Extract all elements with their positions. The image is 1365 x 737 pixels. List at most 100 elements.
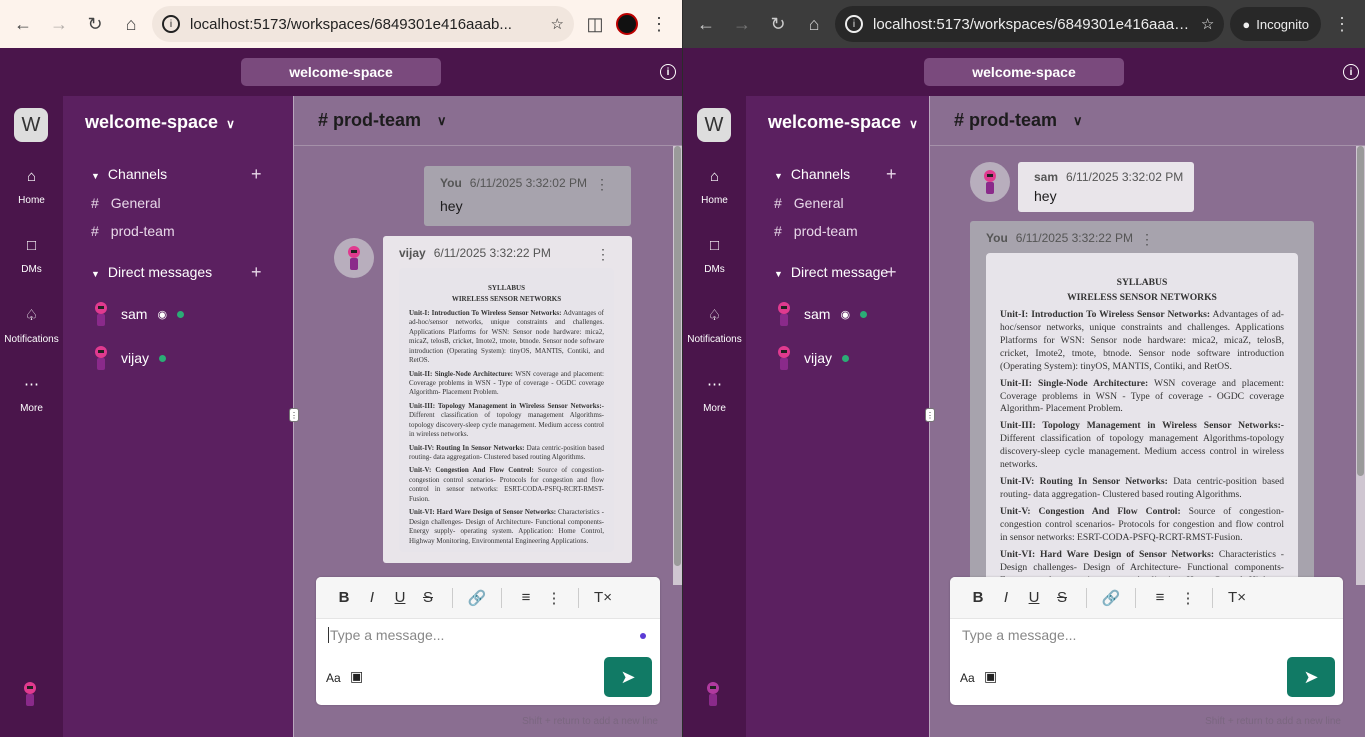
incognito-badge[interactable]: ● Incognito [1230, 7, 1321, 41]
channels-heading[interactable]: ▼ Channels [774, 166, 850, 182]
message-menu-icon[interactable]: ⋮ [1140, 231, 1154, 248]
send-button[interactable]: ➤ [1287, 657, 1335, 697]
rail-home[interactable]: ⌂ Home [0, 168, 63, 206]
sidebar-dm-vijay[interactable]: vijay [91, 344, 167, 372]
menu-kebab-icon[interactable]: ⋮ [644, 9, 674, 39]
workspace-search[interactable]: welcome-space [924, 58, 1124, 86]
sidebar-item-general[interactable]: # General [91, 195, 161, 211]
workspace-name[interactable]: welcome-space ∨ [768, 112, 918, 133]
home-icon[interactable]: ⌂ [116, 9, 146, 39]
rail-more[interactable]: ⋯ More [683, 375, 746, 414]
sidebar-dm-sam[interactable]: sam ◉ [774, 300, 868, 328]
doc-subtitle: WIRELESS SENSOR NETWORKS [451, 295, 562, 304]
image-attachment[interactable]: SYLLABUS WIRELESS SENSOR NETWORKS Unit-I… [399, 268, 614, 552]
bookmark-star-icon[interactable]: ☆ [1201, 15, 1214, 33]
text-format-icon[interactable]: Aa [326, 671, 341, 685]
bookmark-star-icon[interactable]: ☆ [551, 15, 564, 33]
sidebar-dm-vijay[interactable]: vijay [774, 344, 850, 372]
profile-avatar[interactable] [616, 13, 638, 35]
underline-icon[interactable]: U [1020, 589, 1048, 606]
message-bubble[interactable]: vijay 6/11/2025 3:32:22 PM ⋮ SYLLABUS WIR… [383, 236, 632, 563]
channels-heading[interactable]: ▼ Channels [91, 166, 167, 182]
message-bubble[interactable]: sam 6/11/2025 3:32:02 PM hey [1018, 162, 1194, 212]
editor-hint: Shift + return to add a new line [1205, 716, 1341, 727]
italic-icon[interactable]: I [992, 589, 1020, 606]
dms-heading[interactable]: ▼ Direct messages [91, 264, 212, 280]
message-input[interactable]: Type a message... [328, 627, 630, 643]
strike-icon[interactable]: S [414, 589, 442, 606]
scrollbar-thumb[interactable] [674, 146, 681, 566]
reload-icon[interactable]: ↻ [763, 9, 793, 39]
image-attachment[interactable]: SYLLABUS WIRELESS SENSOR NETWORKS Unit-I… [986, 253, 1298, 585]
info-icon[interactable]: i [1343, 64, 1359, 80]
message-input[interactable]: Type a message... [962, 627, 1313, 643]
sidebar-item-general[interactable]: # General [774, 195, 844, 211]
ordered-list-icon[interactable]: ≡ [512, 589, 540, 606]
image-upload-icon[interactable]: ▣ [350, 668, 363, 685]
text-format-icon[interactable]: Aa [960, 671, 975, 685]
rail-dms[interactable]: □ DMs [683, 237, 746, 275]
underline-icon[interactable]: U [386, 589, 414, 606]
scrollbar[interactable] [673, 146, 682, 585]
scrollbar-thumb[interactable] [1357, 146, 1364, 476]
back-icon[interactable]: ← [691, 9, 721, 39]
workspace-name-text: welcome-space [85, 112, 219, 132]
bold-icon[interactable]: B [964, 589, 992, 606]
channel-header[interactable]: # prod-team ∨ [294, 96, 682, 146]
message-menu-icon[interactable]: ⋮ [595, 176, 609, 193]
reload-icon[interactable]: ↻ [80, 9, 110, 39]
rail-home[interactable]: ⌂ Home [683, 168, 746, 206]
sidebar-item-prod-team[interactable]: # prod-team [91, 223, 175, 239]
send-button[interactable]: ➤ [604, 657, 652, 697]
rail-notifications[interactable]: ♤ Notifications [683, 306, 746, 345]
channel-header[interactable]: # prod-team ∨ [930, 96, 1365, 146]
link-icon[interactable]: 🔗 [463, 589, 491, 607]
ordered-list-icon[interactable]: ≡ [1146, 589, 1174, 606]
extensions-icon[interactable]: ◫ [580, 9, 610, 39]
message-bubble[interactable]: You 6/11/2025 3:32:22 PM ⋮ SYLLABUS WIREL… [970, 221, 1314, 585]
clear-format-icon[interactable]: T× [1223, 589, 1251, 606]
link-icon[interactable]: 🔗 [1097, 589, 1125, 607]
image-upload-icon[interactable]: ▣ [984, 668, 997, 685]
workspace-switcher[interactable]: W [14, 108, 48, 142]
address-bar[interactable]: i localhost:5173/workspaces/6849301e416a… [152, 6, 574, 42]
menu-kebab-icon[interactable]: ⋮ [1327, 9, 1357, 39]
chevron-down-icon: ∨ [909, 117, 918, 131]
info-icon[interactable]: i [660, 64, 676, 80]
strike-icon[interactable]: S [1048, 589, 1076, 606]
add-channel-icon[interactable]: + [886, 164, 897, 185]
scrollbar[interactable] [1356, 146, 1365, 585]
message-author: You [440, 176, 462, 190]
add-channel-icon[interactable]: + [251, 164, 262, 185]
rail-dms[interactable]: □ DMs [0, 237, 63, 275]
home-icon[interactable]: ⌂ [799, 9, 829, 39]
sidebar-dm-sam[interactable]: sam ◉ [91, 300, 185, 328]
clear-format-icon[interactable]: T× [589, 589, 617, 606]
sidebar-item-prod-team[interactable]: # prod-team [774, 223, 858, 239]
dms-heading[interactable]: ▼ Direct message [774, 264, 888, 280]
bold-icon[interactable]: B [330, 589, 358, 606]
address-bar[interactable]: i localhost:5173/workspaces/6849301e416a… [835, 6, 1225, 42]
forward-icon[interactable]: → [44, 9, 74, 39]
online-dot [177, 310, 185, 318]
workspace-search[interactable]: welcome-space [241, 58, 441, 86]
bullet-list-icon[interactable]: ⋮ [540, 589, 568, 607]
message-bubble[interactable]: You 6/11/2025 3:32:02 PM hey ⋮ [424, 166, 631, 226]
italic-icon[interactable]: I [358, 589, 386, 606]
add-dm-icon[interactable]: + [886, 262, 897, 283]
message-menu-icon[interactable]: ⋮ [596, 246, 610, 263]
workspace-name[interactable]: welcome-space ∨ [85, 112, 235, 133]
add-dm-icon[interactable]: + [251, 262, 262, 283]
doc-unit: Unit-II: Single-Node Architecture: WSN c… [1000, 378, 1284, 417]
workspace-switcher[interactable]: W [697, 108, 731, 142]
site-info-icon[interactable]: i [845, 15, 863, 33]
bullet-list-icon[interactable]: ⋮ [1174, 589, 1202, 607]
forward-icon[interactable]: → [727, 9, 757, 39]
current-user-avatar[interactable] [20, 680, 40, 713]
rail-more[interactable]: ⋯ More [0, 375, 63, 414]
back-icon[interactable]: ← [8, 9, 38, 39]
site-info-icon[interactable]: i [162, 15, 180, 33]
nav-rail: W ⌂ Home □ DMs ♤ Notifications ⋯ More [0, 96, 63, 737]
current-user-avatar[interactable] [703, 680, 723, 713]
rail-notifications[interactable]: ♤ Notifications [0, 306, 63, 345]
